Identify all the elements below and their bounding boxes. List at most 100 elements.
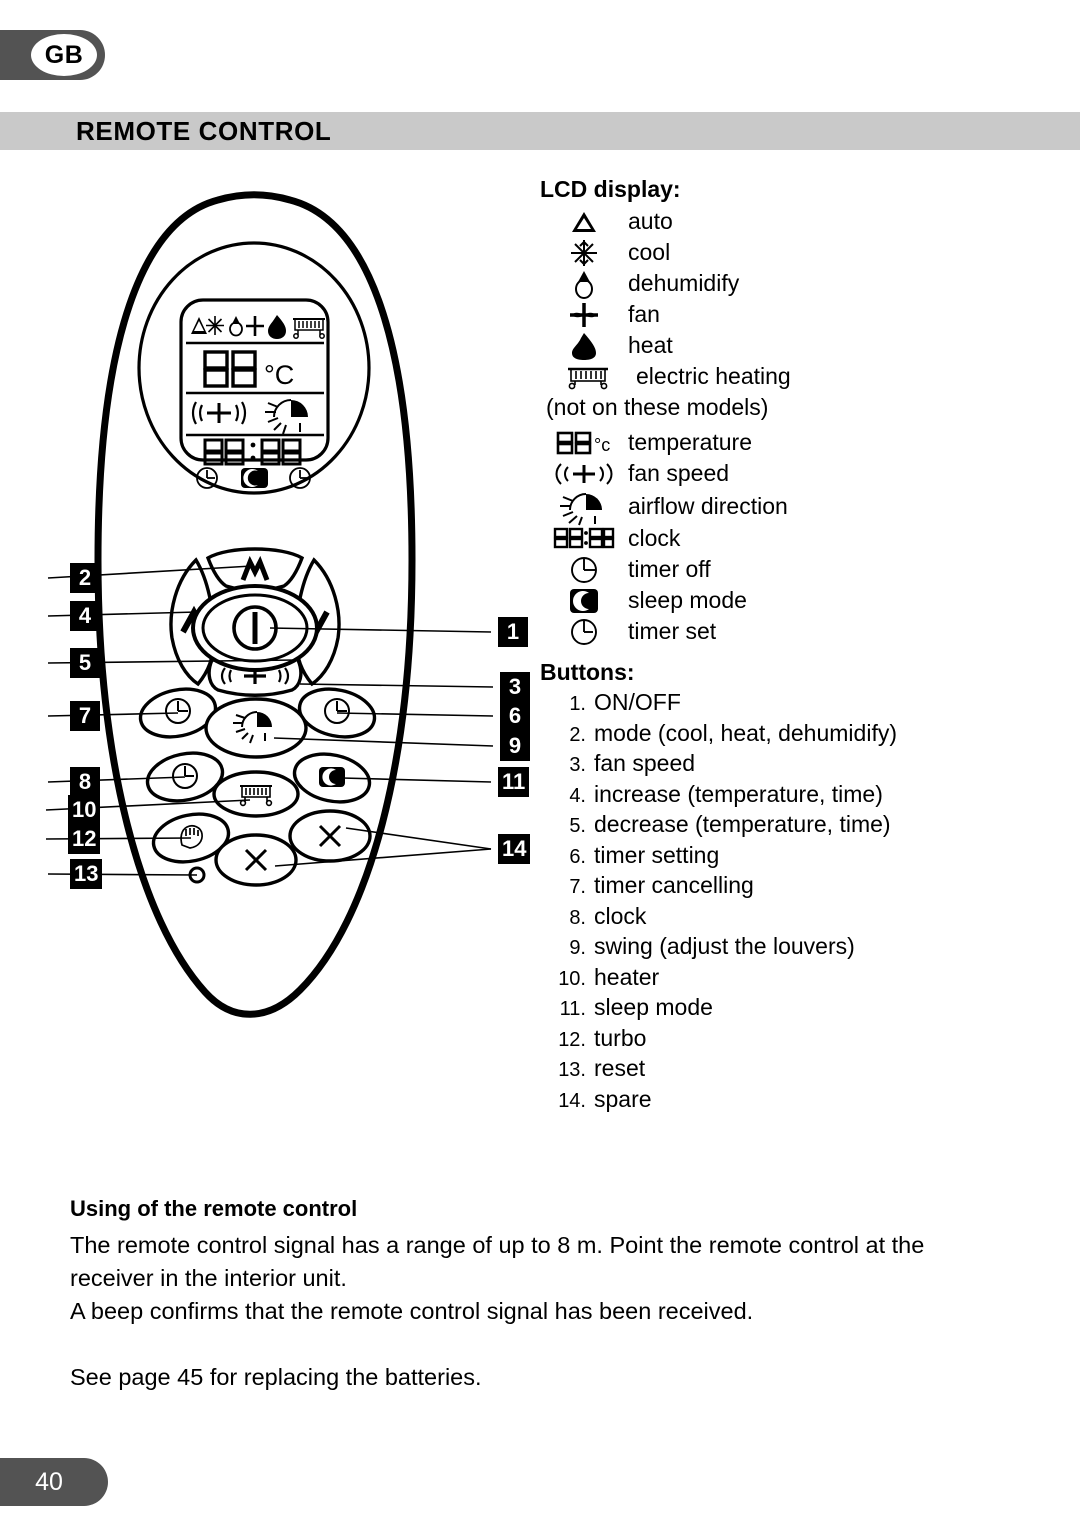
button-number: 12. <box>558 1028 586 1051</box>
electric-heater-coil-icon <box>540 364 636 390</box>
legend-row-fan-speed: fan speed <box>540 458 1010 489</box>
usage-paragraph-1: The remote control signal has a range of… <box>70 1232 925 1291</box>
button-list-item: 9. swing (adjust the louvers) <box>540 933 1010 964</box>
button-label: fan speed <box>594 750 696 776</box>
spare-button-left[interactable] <box>214 833 298 887</box>
usage-paragraph-3: See page 45 for replacing the batteries. <box>70 1364 482 1390</box>
legend-label: temperature <box>628 429 753 455</box>
button-label: timer setting <box>594 841 720 868</box>
button-number: 5. <box>569 815 586 837</box>
usage-section: Using of the remote control The remote c… <box>70 1196 990 1394</box>
legend-label: cool <box>628 239 671 265</box>
legend-label: sleep mode <box>628 587 747 613</box>
button-label: swing (adjust the louvers) <box>594 933 855 959</box>
legend-row-dehumidify: dehumidify <box>540 268 1010 299</box>
locale-badge-label: GB <box>31 34 97 76</box>
button-list-item: 6. timer setting <box>540 842 1010 873</box>
flame-heat-icon <box>540 331 628 361</box>
fan-blade-icon <box>540 301 628 329</box>
usage-paragraph-2: A beep confirms that the remote control … <box>70 1298 754 1324</box>
electric-heater-coil-icon <box>293 318 325 339</box>
callout-chip: 4 <box>70 601 100 631</box>
button-list-item: 10. heater <box>540 964 1010 995</box>
lcd-airflow-direction-icon <box>265 399 308 435</box>
button-list-item: 13. reset <box>540 1055 1010 1086</box>
legend-row-clock: clock <box>540 523 1010 554</box>
button-number: 1. <box>569 693 586 715</box>
lcd-mode-icons <box>191 315 325 339</box>
swing-button[interactable] <box>204 697 308 759</box>
legend-label: airflow direction <box>628 492 788 519</box>
button-number: 2. <box>569 723 586 746</box>
callout-chip: 3 <box>500 672 530 702</box>
seven-segment-temperature-icon: °c <box>540 429 628 457</box>
button-number: 6. <box>569 845 586 868</box>
button-number: 11. <box>559 998 586 1020</box>
button-list-item: 14. spare <box>540 1086 1010 1117</box>
timer-set-clock-icon <box>540 617 628 647</box>
buttons-heading: Buttons: <box>540 659 635 685</box>
button-label: timer cancelling <box>594 872 754 898</box>
button-list-item: 8. clock <box>540 903 1010 934</box>
button-number: 9. <box>569 937 586 959</box>
legend-row-timer-set: timer set <box>540 616 1010 647</box>
button-list-item: 12. turbo <box>540 1025 1010 1056</box>
moon-sleep-icon <box>540 586 628 616</box>
legend-label: fan speed <box>628 460 730 486</box>
button-number: 7. <box>569 876 586 898</box>
page-title: REMOTE CONTROL <box>76 115 332 146</box>
button-label: sleep mode <box>594 994 713 1020</box>
button-list-item: 5. decrease (temperature, time) <box>540 811 1010 842</box>
usage-heading: Using of the remote control <box>70 1196 358 1221</box>
spare-button-right[interactable] <box>288 809 372 863</box>
heater-button[interactable] <box>212 770 300 818</box>
button-label: spare <box>594 1085 652 1112</box>
legend-row-auto: auto <box>540 206 1010 237</box>
legend-column: LCD display: auto cool dehumidify fan he… <box>540 176 1010 1116</box>
button-number: 3. <box>569 754 586 776</box>
callout-chip: 1 <box>498 617 528 647</box>
callout-chip: 7 <box>70 701 100 731</box>
manual-page: GB REMOTE CONTROL °C 2 4 5 7 8 10 12 13 … <box>0 0 1080 1532</box>
seven-segment-clock-icon <box>540 526 628 552</box>
lcd-fan-speed-icon <box>191 401 247 425</box>
lcd-sleep-mode-icon <box>241 468 268 488</box>
legend-label: auto <box>628 208 673 234</box>
button-label: turbo <box>594 1024 647 1051</box>
legend-row-electric-heating: electric heating <box>540 361 1010 392</box>
legend-label: timer off <box>628 556 711 582</box>
callout-chip: 6 <box>500 701 530 731</box>
callout-chip: 9 <box>500 731 530 761</box>
legend-row-sleep-mode: sleep mode <box>540 585 1010 616</box>
button-list-item: 4. increase (temperature, time) <box>540 781 1010 812</box>
button-label: mode (cool, heat, dehumidify) <box>594 719 897 746</box>
button-number: 10. <box>558 967 586 990</box>
button-label: heater <box>594 963 660 990</box>
page-number-tab: 40 <box>0 1458 108 1506</box>
callout-chip: 8 <box>70 767 100 797</box>
callout-chip: 2 <box>70 563 100 593</box>
legend-label: timer set <box>628 618 717 644</box>
auto-triangle-icon <box>540 209 628 235</box>
button-number: 8. <box>569 906 586 929</box>
lcd-timer-set-icon <box>289 467 311 489</box>
button-list-item: 7. timer cancelling <box>540 872 1010 903</box>
fan-speed-waves-icon <box>540 460 628 488</box>
snowflake-cool-icon <box>206 316 224 335</box>
fan-blade-icon <box>246 316 264 336</box>
button-list-item: 11. sleep mode <box>540 994 1010 1025</box>
snowflake-cool-icon <box>540 238 628 268</box>
button-label: reset <box>594 1055 646 1081</box>
button-number: 13. <box>558 1059 586 1081</box>
legend-row-temperature: °c temperature <box>540 427 1010 458</box>
callout-chip: 10 <box>68 795 101 825</box>
button-label: clock <box>594 902 647 929</box>
callout-chip: 14 <box>498 834 531 864</box>
svg-text:°C: °C <box>264 360 294 390</box>
callout-chip: 5 <box>70 648 100 678</box>
buttons-list: 1. ON/OFF 2. mode (cool, heat, dehumidify)… <box>540 689 1010 1116</box>
legend-row-fan: fan <box>540 299 1010 330</box>
models-note: (not on these models) <box>546 394 769 420</box>
legend-label: fan <box>628 301 660 327</box>
legend-row-cool: cool <box>540 237 1010 268</box>
